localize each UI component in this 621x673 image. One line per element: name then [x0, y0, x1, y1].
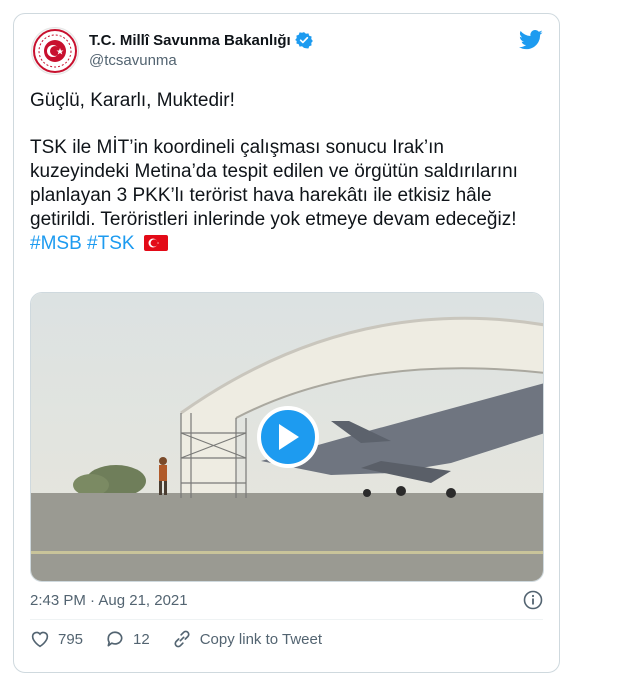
turkey-flag-icon: [143, 235, 168, 251]
msb-emblem-icon: [33, 29, 77, 73]
copy-link-label: Copy link to Tweet: [199, 630, 323, 648]
twitter-bird-icon: [519, 30, 543, 50]
copy-link-button[interactable]: Copy link to Tweet: [172, 629, 322, 649]
like-button[interactable]: 795: [30, 630, 83, 648]
divider: [30, 619, 543, 620]
tweet-timestamp[interactable]: 2:43 PM · Aug 21, 2021: [30, 592, 188, 609]
avatar[interactable]: [31, 27, 79, 75]
hashtag-links[interactable]: #MSB #TSK: [30, 233, 135, 254]
author-name[interactable]: T.C. Millî Savunma Bakanlığı: [89, 32, 291, 49]
play-icon: [279, 424, 299, 450]
info-icon: [523, 590, 543, 610]
info-button[interactable]: [523, 590, 543, 615]
tweet-body: TSK ile MİT’in koordineli çalışması sonu…: [30, 137, 518, 230]
heart-icon: [31, 631, 49, 648]
reply-button[interactable]: 12: [105, 629, 150, 649]
tweet-actions: 795 12 Copy link to Tweet: [30, 629, 344, 649]
reply-count: 12: [133, 630, 150, 648]
tweet-text: Güçlü, Kararlı, Muktedir! TSK ile MİT’in…: [30, 89, 540, 256]
author-name-row[interactable]: T.C. Millî Savunma Bakanlığı: [89, 31, 313, 49]
verified-badge-icon: [294, 32, 313, 49]
like-count: 795: [58, 630, 84, 648]
author-handle[interactable]: @tcsavunma: [89, 52, 177, 69]
link-icon: [174, 630, 190, 648]
reply-icon: [107, 631, 123, 647]
twitter-logo[interactable]: [519, 30, 543, 55]
video-player[interactable]: [30, 292, 544, 582]
tweet-headline: Güçlü, Kararlı, Muktedir!: [30, 90, 235, 111]
tweet-card[interactable]: T.C. Millî Savunma Bakanlığı @tcsavunma …: [13, 13, 560, 673]
play-button[interactable]: [257, 406, 319, 468]
